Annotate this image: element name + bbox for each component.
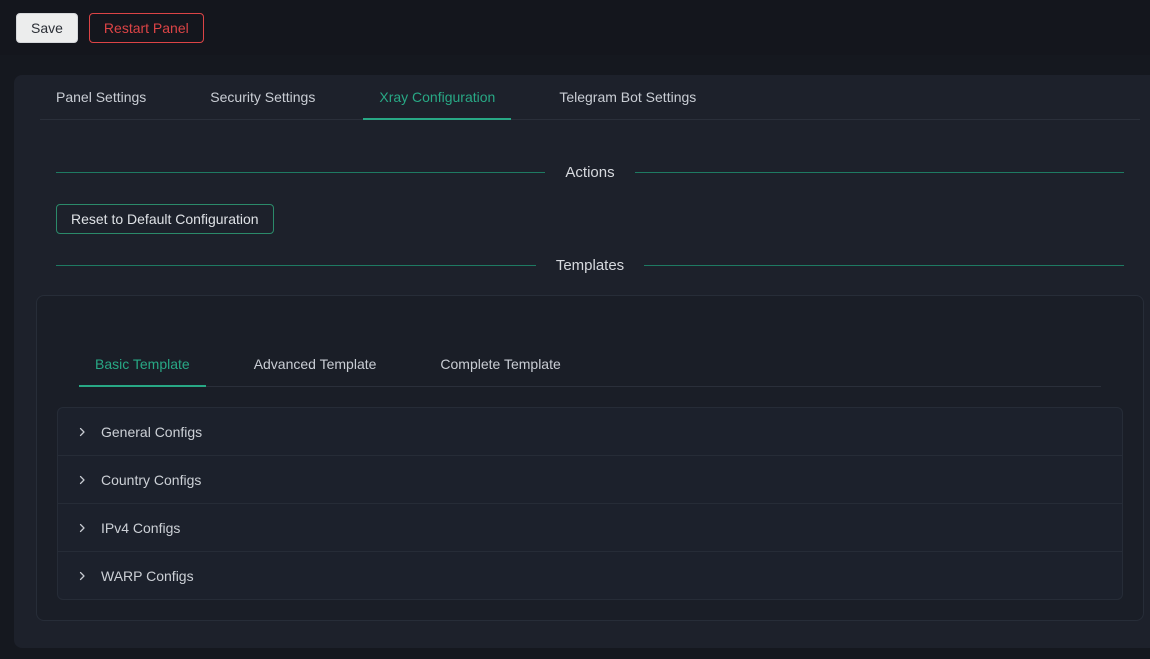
collapse-item-ipv4-configs: IPv4 Configs <box>58 503 1122 551</box>
template-config-collapse: General Configs Country Configs IPv4 Con… <box>57 407 1123 600</box>
templates-divider-label: Templates <box>556 257 624 274</box>
chevron-right-icon <box>76 522 88 534</box>
collapse-item-general-configs: General Configs <box>58 408 1122 455</box>
collapse-label: Country Configs <box>101 472 201 488</box>
tab-complete-template[interactable]: Complete Template <box>424 342 576 386</box>
collapse-header-country-configs[interactable]: Country Configs <box>58 456 1122 503</box>
restart-panel-button[interactable]: Restart Panel <box>89 13 204 43</box>
collapse-header-general-configs[interactable]: General Configs <box>58 408 1122 455</box>
chevron-right-icon <box>76 426 88 438</box>
chevron-right-icon <box>76 570 88 582</box>
topbar: Save Restart Panel <box>0 0 1150 55</box>
actions-divider-label: Actions <box>565 164 614 181</box>
settings-card: Panel Settings Security Settings Xray Co… <box>14 75 1150 648</box>
collapse-item-warp-configs: WARP Configs <box>58 551 1122 599</box>
settings-tabs: Panel Settings Security Settings Xray Co… <box>40 75 1140 120</box>
collapse-label: IPv4 Configs <box>101 520 180 536</box>
xray-configuration-panel: Actions Reset to Default Configuration T… <box>14 164 1150 274</box>
collapse-item-country-configs: Country Configs <box>58 455 1122 503</box>
chevron-right-icon <box>76 474 88 486</box>
tab-telegram-bot-settings[interactable]: Telegram Bot Settings <box>543 75 712 119</box>
templates-divider: Templates <box>56 257 1124 274</box>
actions-divider: Actions <box>56 164 1124 181</box>
tab-panel-settings[interactable]: Panel Settings <box>40 75 162 119</box>
tab-security-settings[interactable]: Security Settings <box>194 75 331 119</box>
tab-advanced-template[interactable]: Advanced Template <box>238 342 393 386</box>
template-tabs: Basic Template Advanced Template Complet… <box>79 342 1101 387</box>
tab-xray-configuration[interactable]: Xray Configuration <box>363 75 511 119</box>
tab-basic-template[interactable]: Basic Template <box>79 342 206 386</box>
collapse-header-ipv4-configs[interactable]: IPv4 Configs <box>58 504 1122 551</box>
reset-default-configuration-button[interactable]: Reset to Default Configuration <box>56 204 274 234</box>
collapse-label: General Configs <box>101 424 202 440</box>
collapse-header-warp-configs[interactable]: WARP Configs <box>58 552 1122 599</box>
save-button[interactable]: Save <box>16 13 78 43</box>
collapse-label: WARP Configs <box>101 568 194 584</box>
templates-card: Basic Template Advanced Template Complet… <box>36 295 1144 621</box>
